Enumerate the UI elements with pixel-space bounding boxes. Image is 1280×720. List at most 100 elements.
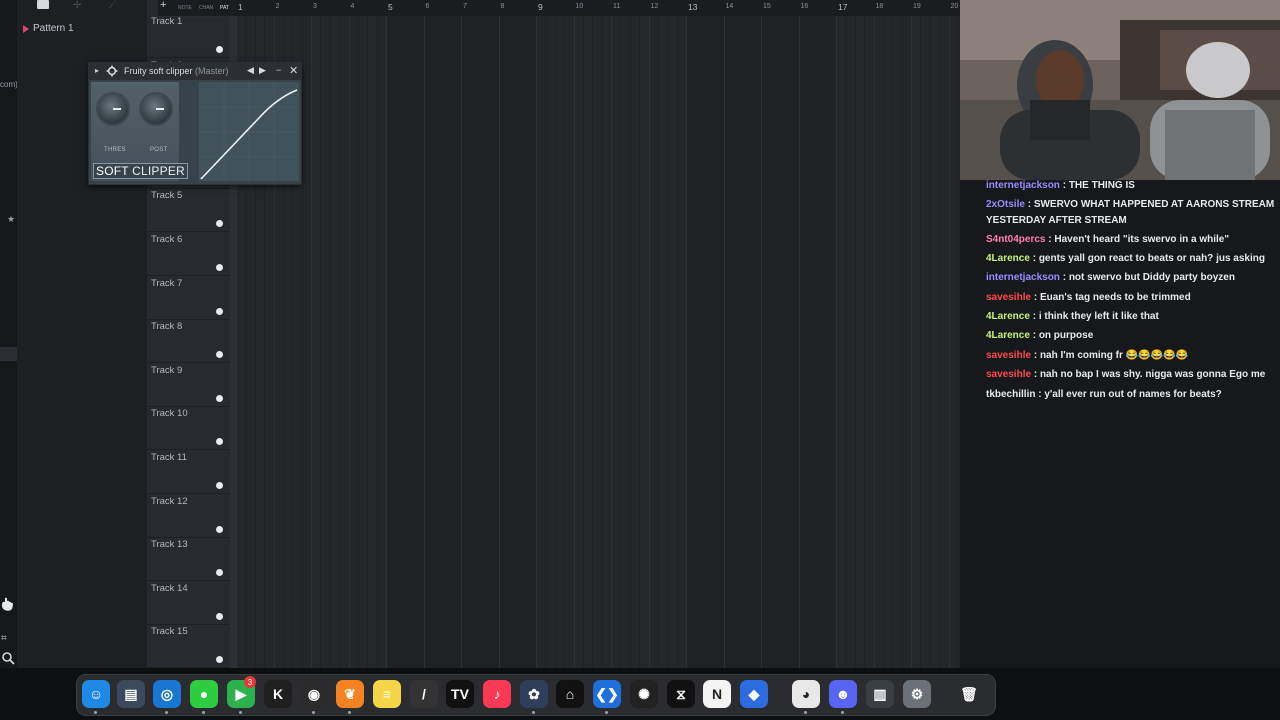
track-mute-dot[interactable] [216,394,223,402]
track-row[interactable]: Track 8 [147,319,230,364]
track-mute-dot[interactable] [216,220,223,228]
previous-preset-icon[interactable]: ◀ [247,65,254,76]
track-row[interactable]: Track 1 [147,14,230,58]
davinci-resolve-icon[interactable]: ✿ [520,680,548,708]
preview-icon[interactable]: ▤ [117,680,145,708]
track-row[interactable]: Track 12 [147,494,230,538]
vscode-icon[interactable]: ❮❯ [593,680,621,708]
chat-username[interactable]: internetjackson [986,180,1060,191]
track-row[interactable]: Track 10 [147,406,230,451]
crop-icon[interactable]: ⌗ [1,633,7,644]
track-row[interactable]: Track 6 [147,232,230,276]
apps-icon[interactable]: ▥ [866,680,894,708]
track-mute-dot[interactable] [216,612,223,620]
ruler-bar-number[interactable]: 3 [313,3,317,10]
safari-icon[interactable]: ◎ [153,680,181,708]
track-mute-dot[interactable] [216,307,223,315]
ruler-bar-number[interactable]: 14 [726,3,734,10]
track-row[interactable]: Track 15 [147,624,230,668]
mode-pat[interactable]: PAT [220,5,229,11]
music-icon[interactable]: ♪ [483,680,511,708]
github-icon[interactable]: ⌂ [556,680,584,708]
track-mute-dot[interactable] [216,46,223,53]
ruler-bar-number[interactable]: 7 [463,3,467,10]
toolstrip-selection[interactable] [0,347,17,361]
pattern-selector[interactable]: Pattern 1 [23,23,74,34]
timeline-ruler[interactable]: + NOTE CHAN PAT 1 2 3 4 5 6 7 8 9 10 11 12 13 14 15 16 1… [158,0,960,17]
obs-icon[interactable]: ◉ [300,680,328,708]
ruler-bar-number[interactable]: 15 [763,3,771,10]
track-mute-dot[interactable] [216,656,223,664]
chat-username[interactable]: savesihle [986,369,1031,380]
chat-username[interactable]: 2xOtsile [986,199,1025,210]
track-mute-dot[interactable] [216,438,223,446]
next-preset-icon[interactable]: ▶ [259,65,266,76]
ruler-bar-number[interactable]: 16 [801,3,809,10]
track-row[interactable]: Track 9 [147,363,230,407]
soft-clipper-plugin-window[interactable]: ▸ Fruity soft clipper (Master) ◀ ▶ − ✕ T… [88,62,302,185]
zoom-icon[interactable] [1,651,15,665]
track-row[interactable]: Track 11 [147,450,230,494]
ruler-bar-number[interactable]: 20 [951,3,959,10]
track-mute-dot[interactable] [216,264,223,271]
trash-icon[interactable]: 🗑 [955,680,983,708]
plugin-menu-arrow-icon[interactable]: ▸ [95,66,99,75]
capcut-icon[interactable]: ⧖ [667,680,695,708]
chat-username[interactable]: 4Larence [986,311,1030,322]
chat-username[interactable]: internetjackson [986,272,1060,283]
mode-note[interactable]: NOTE [178,5,192,11]
finder-icon[interactable]: ☺ [82,680,110,708]
track-row[interactable]: Track 7 [147,276,230,320]
mode-chan[interactable]: CHAN [199,5,213,11]
plugin-titlebar[interactable]: ▸ Fruity soft clipper (Master) ◀ ▶ − ✕ [89,63,301,80]
fl-studio-icon[interactable]: ❦ [336,680,364,708]
chat-username[interactable]: savesihle [986,350,1031,361]
track-row[interactable]: Track 13 [147,537,230,582]
ruler-bar-number[interactable]: 8 [501,3,505,10]
ruler-bar-number[interactable]: 1 [238,2,243,12]
chatgpt-icon[interactable]: ✺ [630,680,658,708]
messages-icon[interactable]: ● [190,680,218,708]
post-gain-knob[interactable] [141,94,171,124]
playlist-grid[interactable] [236,16,960,668]
pen-tool-icon[interactable]: / [410,680,438,708]
ruler-bar-number[interactable]: 10 [576,3,584,10]
track-mute-dot[interactable] [216,351,223,359]
ruler-bar-number[interactable]: 17 [838,2,847,12]
ruler-bar-number[interactable]: 5 [388,2,393,12]
track-row[interactable]: Track 14 [147,581,230,625]
notes-icon[interactable]: ≡ [373,680,401,708]
ruler-bar-number[interactable]: 2 [276,3,280,10]
chat-username[interactable]: savesihle [986,292,1031,303]
system-settings-icon[interactable]: ⚙ [903,680,931,708]
chat-username[interactable]: tkbechillin [986,389,1035,400]
kick-icon[interactable]: K [264,680,292,708]
threshold-knob[interactable] [98,94,128,124]
ruler-bar-number[interactable]: 12 [651,3,659,10]
ruler-bar-number[interactable]: 9 [538,2,543,12]
add-pattern-icon[interactable]: + [160,0,166,11]
ruler-bar-number[interactable]: 18 [876,3,884,10]
ruler-bar-number[interactable]: 4 [351,3,355,10]
chat-username[interactable]: S4nt04percs [986,234,1045,245]
brush-icon[interactable]: ⟋ [109,0,116,11]
ruler-bar-number[interactable]: 13 [688,2,697,12]
chat-username[interactable]: 4Larence [986,330,1030,341]
notion-icon[interactable]: N [703,680,731,708]
piano-roll-icon[interactable] [37,0,49,9]
gear-icon[interactable] [106,65,118,77]
minimize-icon[interactable]: − [276,65,281,75]
track-row[interactable]: Track 5 [147,188,230,233]
ruler-bar-number[interactable]: 11 [613,3,620,10]
chrome-icon[interactable]: ◕ [792,680,820,708]
close-icon[interactable]: ✕ [289,64,298,77]
star-icon[interactable]: ★ [7,214,15,225]
track-mute-dot[interactable] [216,482,223,489]
app-blue-icon[interactable]: ◆ [740,680,768,708]
track-mute-dot[interactable] [216,525,223,533]
ruler-bar-number[interactable]: 6 [426,3,430,10]
ruler-bar-number[interactable]: 19 [913,3,921,10]
discord-icon[interactable]: ☻ [829,680,857,708]
track-mute-dot[interactable] [216,569,223,577]
add-icon[interactable]: ✢ [73,0,81,11]
